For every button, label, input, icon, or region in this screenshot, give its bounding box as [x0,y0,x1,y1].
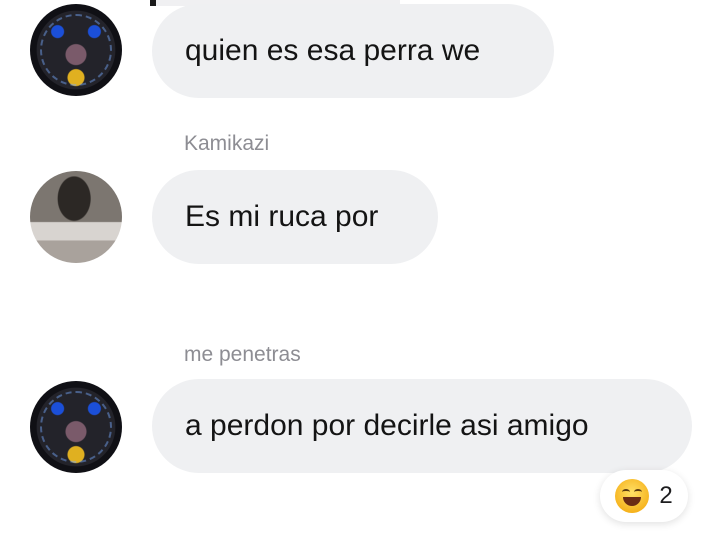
avatar[interactable] [30,381,122,473]
message-text: a perdon por decirle asi amigo [185,409,589,442]
grinning-squinting-face-icon [615,479,650,513]
avatar[interactable] [30,171,122,263]
reaction-badge[interactable]: 2 [600,470,688,522]
message-bubble[interactable]: Es mi ruca por [152,170,438,264]
avatar-decoration [40,391,112,463]
avatar-decoration [40,14,112,86]
message-text: quien es esa perra we [185,34,481,67]
reaction-count: 2 [659,482,673,509]
message-bubble[interactable]: a perdon por decirle asi amigo [152,379,692,473]
sender-name: me penetras [184,343,301,366]
avatar[interactable] [30,4,122,96]
message-bubble[interactable]: quien es esa perra we [152,4,554,98]
sender-name: Kamikazi [184,132,270,155]
message-text: Es mi ruca por [185,200,379,233]
